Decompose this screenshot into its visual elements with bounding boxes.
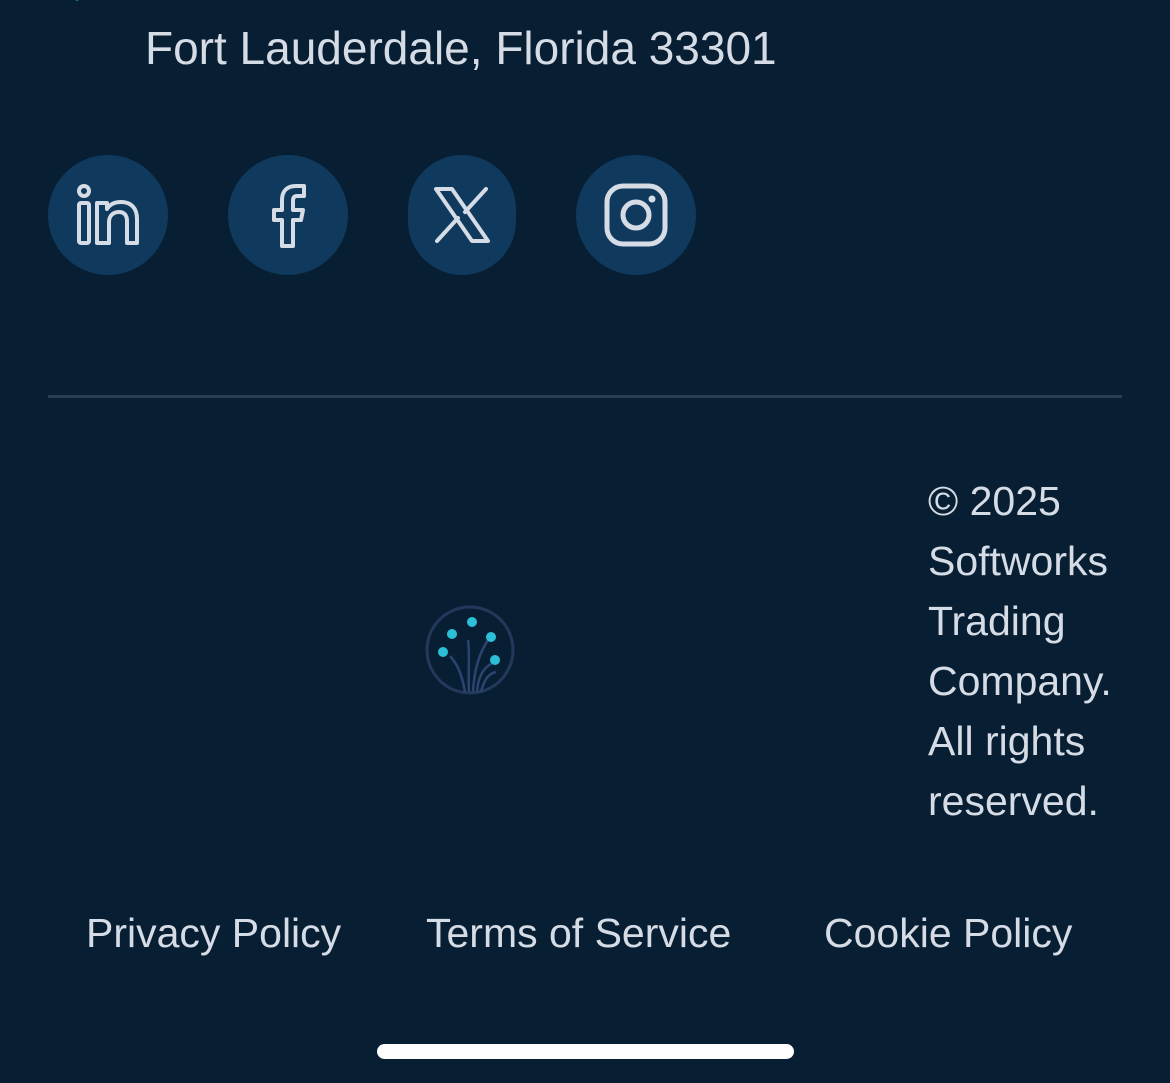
address-line: Fort Lauderdale, Florida 33301 [145,22,777,74]
terms-of-service-link[interactable]: Terms of Service [426,905,731,961]
copyright-line: Trading [928,598,1066,644]
brand-logo-icon [425,605,515,695]
copyright-text: © 2025 Softworks Trading Company. All ri… [928,471,1158,831]
copyright-line: Softworks [928,538,1108,584]
linkedin-icon [77,184,139,245]
footer-divider [48,395,1122,398]
home-indicator[interactable] [377,1044,794,1059]
x-icon [434,187,490,243]
x-button[interactable] [408,155,516,275]
copyright-line: Company. [928,658,1112,704]
privacy-policy-link[interactable]: Privacy Policy [86,905,341,961]
facebook-icon [272,184,306,248]
linkedin-button[interactable] [48,155,168,275]
copyright-line: © 2025 [928,478,1061,524]
location-pin-icon [75,0,79,1]
facebook-button[interactable] [228,155,348,275]
cookie-policy-link[interactable]: Cookie Policy [824,905,1072,961]
copyright-line: reserved. [928,778,1099,824]
copyright-line: All rights [928,718,1086,764]
instagram-button[interactable] [576,155,696,275]
footer: Fort Lauderdale, Florida 33301 © 2025 So… [0,0,1170,1083]
instagram-icon [604,183,668,247]
